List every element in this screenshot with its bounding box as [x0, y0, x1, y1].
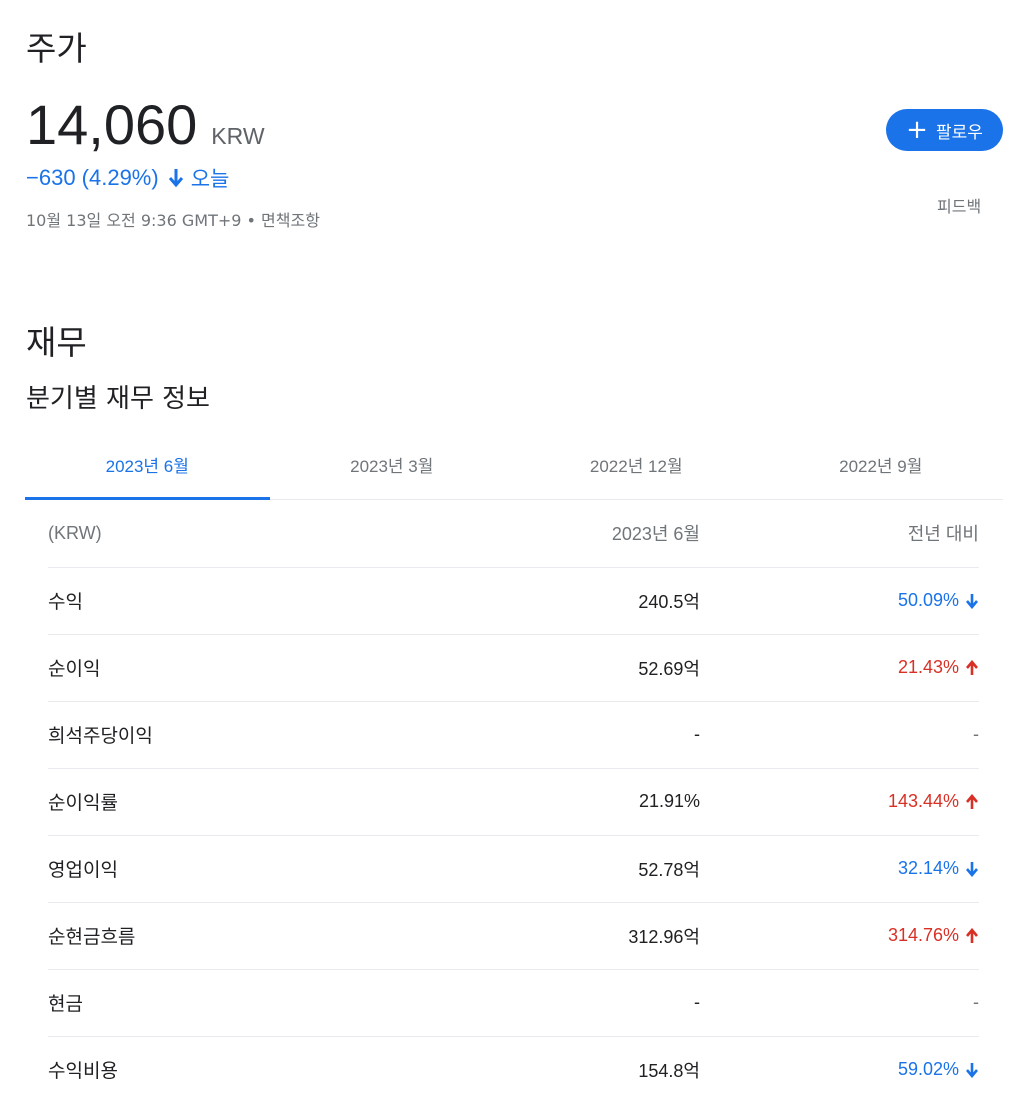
- stock-price: 14,060: [26, 93, 198, 156]
- yoy-value: 59.02%: [897, 1059, 959, 1080]
- financials-table-body: 수익 240.5억 50.09% 순이익 52.69억 21.43% 희석주당이익 - - 순이익…: [48, 567, 979, 1103]
- arrow-down-icon: [966, 1062, 978, 1078]
- row-yoy: 21.43%: [700, 634, 979, 702]
- arrow-up-icon: [966, 927, 978, 943]
- yoy-change: -: [973, 724, 979, 745]
- row-label: 순이익률: [48, 768, 348, 836]
- row-label: 희석주당이익: [48, 701, 348, 769]
- table-row: 순이익 52.69억 21.43%: [48, 634, 979, 702]
- yoy-value: 143.44%: [887, 791, 959, 811]
- price-change-row: −630 (4.29%) 오늘: [26, 163, 229, 193]
- tab-2023-06[interactable]: 2023년 6월: [25, 438, 270, 500]
- row-label: 수익비용: [48, 1060, 118, 1083]
- financials-table: (KRW) 2023년 6월 전년 대비 수익 240.5억 50.09% 순이익 52…: [48, 500, 979, 1103]
- yoy-value: 21.43%: [897, 657, 959, 677]
- row-yoy: 50.09%: [700, 567, 979, 635]
- financials-section-title: 재무: [26, 323, 87, 362]
- yoy-change: 21.43%: [898, 657, 979, 678]
- arrow-down-icon: [168, 169, 183, 188]
- tab-2022-12[interactable]: 2022년 12월: [514, 438, 759, 499]
- table-header-row: (KRW) 2023년 6월 전년 대비: [48, 500, 979, 568]
- row-yoy: 59.02%: [700, 1036, 979, 1103]
- plus-icon: +: [906, 115, 928, 145]
- table-row: 수익 240.5억 50.09%: [48, 567, 979, 635]
- price-timestamp-row: 10월 13일 오전 9:36 GMT+9 • 면책조항: [26, 207, 320, 231]
- currency-label: KRW: [211, 123, 265, 149]
- table-row: 순현금흐름 312.96억 314.76%: [48, 902, 979, 970]
- table-row: 희석주당이익 - -: [48, 701, 979, 769]
- row-value: 154.8억: [638, 1060, 700, 1081]
- row-yoy: -: [700, 701, 979, 769]
- stock-section-title: 주가: [26, 29, 87, 68]
- price-timestamp: 10월 13일 오전 9:36 GMT+9: [26, 211, 242, 230]
- yoy-value: -: [973, 724, 979, 744]
- row-label: 순이익: [48, 634, 348, 702]
- table-row: 순이익률 21.91% 143.44%: [48, 768, 979, 836]
- change-period: 오늘: [190, 167, 230, 191]
- yoy-value: 314.76%: [887, 925, 959, 945]
- row-value: -: [348, 969, 700, 1037]
- row-value: 21.91%: [348, 768, 700, 836]
- financials-subtitle: 분기별 재무 정보: [26, 384, 210, 414]
- yoy-value: 32.14%: [897, 858, 959, 878]
- period-tabs: 2023년 6월 2023년 3월 2022년 12월 2022년 9월: [25, 438, 1003, 500]
- yoy-change: -: [973, 992, 979, 1013]
- page: 주가 14,060 KRW −630 (4.29%) 오늘 10월 13일 오전…: [0, 0, 1035, 1105]
- arrow-down-icon: [966, 861, 978, 877]
- arrow-up-icon: [966, 659, 978, 675]
- row-value: 52.78억: [348, 835, 700, 903]
- row-yoy: 314.76%: [700, 902, 979, 970]
- row-value: 52.69억: [348, 634, 700, 702]
- yoy-change: 50.09%: [898, 590, 979, 611]
- arrow-down-icon: [966, 593, 978, 609]
- price-change: −630 (4.29%): [26, 165, 159, 190]
- row-yoy: 143.44%: [700, 768, 979, 836]
- table-row: 현금 - -: [48, 969, 979, 1037]
- yoy-change: 143.44%: [888, 791, 979, 812]
- row-label: 순현금흐름: [48, 902, 348, 970]
- row-label: 영업이익: [48, 835, 348, 903]
- row-label: 수익: [48, 567, 348, 635]
- yoy-value: 50.09%: [897, 590, 959, 610]
- row-yoy: 32.14%: [700, 835, 979, 903]
- row-label: 현금: [48, 969, 348, 1037]
- tab-2022-09[interactable]: 2022년 9월: [759, 438, 1004, 499]
- yoy-change: 32.14%: [898, 858, 979, 879]
- tab-2023-03[interactable]: 2023년 3월: [270, 438, 515, 499]
- header-currency: (KRW): [48, 500, 348, 568]
- table-row: 수익비용 154.8억 59.02%: [48, 1036, 979, 1103]
- row-yoy: -: [700, 969, 979, 1037]
- price-row: 14,060 KRW: [26, 92, 265, 157]
- table-row: 영업이익 52.78억 32.14%: [48, 835, 979, 903]
- row-value: -: [348, 701, 700, 769]
- row-value: 312.96억: [348, 902, 700, 970]
- feedback-link[interactable]: 피드백: [937, 193, 981, 217]
- header-yoy: 전년 대비: [700, 500, 979, 568]
- follow-button[interactable]: + 팔로우: [886, 109, 1003, 151]
- follow-button-label: 팔로우: [935, 122, 983, 142]
- yoy-change: 314.76%: [888, 925, 979, 946]
- yoy-change: 59.02%: [898, 1059, 979, 1080]
- arrow-up-icon: [966, 793, 978, 809]
- yoy-value: -: [973, 992, 979, 1012]
- header-period: 2023년 6월: [348, 500, 700, 568]
- separator-dot: •: [241, 211, 262, 230]
- row-value: 240.5억: [348, 567, 700, 635]
- disclaimer-link[interactable]: 면책조항: [261, 211, 320, 230]
